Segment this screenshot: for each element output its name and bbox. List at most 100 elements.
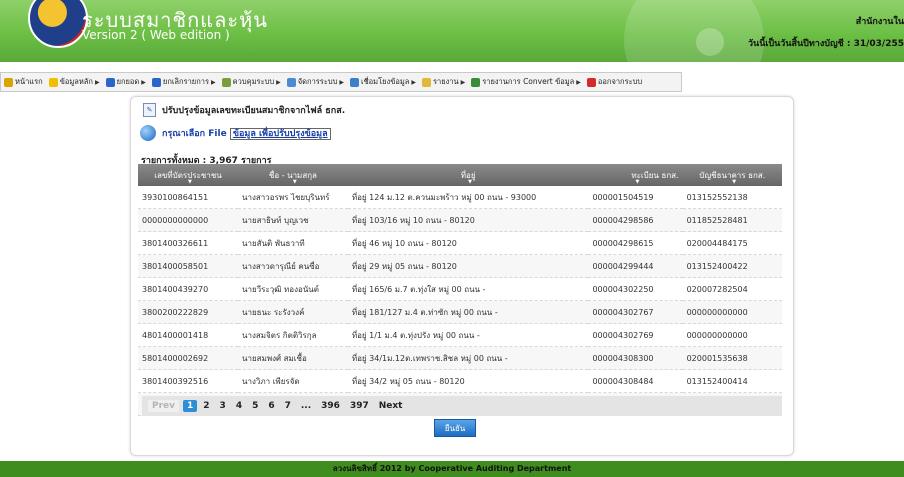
table-cell: ที่อยู่ 34/1ม.12ต.เทพราช.สิชล หมู่ 00 ถน… (347, 346, 589, 370)
table-cell: 3801400058501 (138, 254, 239, 278)
table-cell: นางวิภา เพียรจัด (238, 369, 348, 393)
table-header-row: เลขที่บัตรประชาชน ▼ ชื่อ - นามสกุล ▼ ที่อย… (138, 164, 782, 186)
main-menu: หน้าแรก ข้อมูลหลัก ▶ ยกยอด ▶ ยกเลิกรายการ ▶ ควบ… (0, 72, 682, 92)
org-name: สำนักงานใน (855, 17, 904, 27)
table-cell: 000001504519 (588, 186, 683, 209)
pagination: Prev 1 2 3 4 5 6 7... 396 397 Next (142, 396, 782, 416)
col-header-id-card[interactable]: เลขที่บัตรประชาชน ▼ (138, 164, 239, 186)
menu-item-6[interactable]: เชื่อมโยงข้อมูล ▶ (347, 76, 419, 88)
table-row[interactable]: 5801400002692 นายสมพงศ์ สมเชื้อ ที่อยู่ 34… (138, 346, 782, 370)
menu-item-0[interactable]: หน้าแรก (1, 76, 46, 88)
header-decoration (624, 0, 764, 62)
menu-item-label: ยกยอด (116, 77, 140, 86)
table-cell: ที่อยู่ 29 หมู่ 05 ถนน - 80120 (347, 254, 589, 278)
table-cell: ที่อยู่ 181/127 ม.4 ต.ท่าซัก หมู่ 00 ถนน… (347, 300, 589, 324)
table-cell: 000004302769 (588, 323, 683, 347)
table-cell: 3930100864151 (138, 186, 239, 209)
upload-row: กรุณาเลือก File ข้อมูล เพื่อปรับปรุงข้อม… (140, 125, 331, 141)
page-title: ✎ ปรับปรุงข้อมูลเลขทะเบียนสมาชิกจากไฟล์ … (143, 103, 345, 117)
table-cell: นางสาวดารุณีย์ คนซื่อ (238, 254, 348, 278)
table-cell: 000000000000 (682, 323, 782, 347)
table-row[interactable]: 4801400001418 นางสมจิตร กิตติวิรกุล ที่อยู… (138, 323, 782, 347)
table-cell: 000004308300 (588, 346, 683, 370)
menu-item-5[interactable]: จัดการระบบ ▶ (284, 76, 347, 88)
save-icon (105, 77, 115, 87)
confirm-button[interactable]: ยืนยัน (434, 419, 476, 437)
menu-item-9[interactable]: ออกจากระบบ (584, 76, 645, 88)
sort-icon: ▼ (188, 179, 192, 185)
menu-item-3[interactable]: ยกเลิกรายการ ▶ (149, 76, 219, 88)
table-row[interactable]: 3800200222829 นายธนะ ระรังวงค์ ที่อยู่ 181… (138, 300, 782, 324)
col-header-baac-account[interactable]: บัญชีธนาคาร ธกส. ▼ (682, 164, 782, 186)
home-icon (4, 77, 13, 87)
footer-copyright: ลวงนลิขสิทธิ์ 2012 by Cooperative Auditi… (332, 464, 572, 473)
table-row[interactable]: 3801400439270 นายวีระวุฒิ ทองอนันต์ ที่อยู… (138, 277, 782, 301)
exit-icon (586, 77, 596, 87)
table-cell: 011852528481 (682, 208, 782, 232)
table-cell: 013152400422 (682, 254, 782, 278)
col-header-name[interactable]: ชื่อ - นามสกุล ▼ (238, 164, 348, 186)
page-button[interactable]: 5 (248, 400, 262, 412)
menu-item-label: รายงาน (433, 77, 459, 86)
col-header-baac-reg[interactable]: ทะเบียน ธกส. ▼ (588, 164, 683, 186)
menu-item-4[interactable]: ควบคุมระบบ ▶ (219, 76, 284, 88)
page-button[interactable]: 4 (232, 400, 246, 412)
table-row[interactable]: 3930100864151 นางสาวอรพร ไชยบุรินทร์ ที่อย… (138, 186, 782, 209)
menu-item-7[interactable]: รายงาน ▶ (419, 76, 468, 88)
folder-icon (422, 77, 431, 87)
col-header-address[interactable]: ที่อยู่ ▼ (347, 164, 589, 186)
table-cell: 000004302767 (588, 300, 683, 324)
table-row[interactable]: 3801400326611 นายสันติ พันธวาที ที่อยู่ 46… (138, 231, 782, 255)
page-button[interactable]: 397 (346, 400, 373, 412)
fiscal-year-end: วันนี้เป็นวันสิ้นปีทางบัญชี : 31/03/255 (747, 39, 904, 49)
table-cell: นายวีระวุฒิ ทองอนันต์ (238, 277, 348, 301)
page-button[interactable]: 2 (199, 400, 213, 412)
table-row[interactable]: 0000000000000 นายสาธิษท์ บุญเวช ที่อยู่ 10… (138, 208, 782, 232)
app-version: Version 2 ( Web edition ) (82, 28, 230, 42)
table-cell: ที่อยู่ 34/2 หมู่ 05 ถนน - 80120 (347, 369, 589, 393)
table-cell: 020001535638 (682, 346, 782, 370)
logo-icon (28, 0, 88, 48)
page-button[interactable]: 7 (281, 400, 295, 412)
menu-item-label: ออกจากระบบ (597, 77, 643, 86)
upload-file-link[interactable]: กรุณาเลือก File ข้อมูล เพื่อปรับปรุงข้อม… (162, 126, 331, 140)
page-button[interactable]: 6 (264, 400, 278, 412)
table-body: 3930100864151 นางสาวอรพร ไชยบุรินทร์ ที่อย… (138, 186, 782, 416)
menu-item-label: จัดการระบบ (297, 77, 338, 86)
gear-icon (221, 77, 231, 87)
chevron-right-icon: ▶ (94, 78, 100, 86)
sort-icon: ▼ (468, 179, 472, 185)
table-row[interactable]: 3801400392516 นางวิภา เพียรจัด ที่อยู่ 34/… (138, 369, 782, 393)
menu-item-1[interactable]: ข้อมูลหลัก ▶ (46, 76, 103, 88)
header-decoration-dot (696, 28, 724, 56)
star-icon (48, 77, 58, 87)
prev-page-button[interactable]: Prev (148, 400, 180, 412)
menu-item-8[interactable]: รายงานการ Convert ข้อมูล ▶ (468, 76, 584, 88)
chevron-right-icon: ▶ (576, 78, 581, 86)
table-cell: ที่อยู่ 165/6 ม.7 ต.ทุ่งใส หมู่ 00 ถนน - (347, 277, 589, 301)
next-page-button[interactable]: Next (375, 400, 407, 412)
chevron-right-icon: ▶ (210, 78, 216, 86)
upload-prefix: กรุณาเลือก File (162, 129, 230, 139)
table-cell: 3801400439270 (138, 277, 239, 301)
page-button[interactable]: 3 (216, 400, 230, 412)
chevron-right-icon: ▶ (141, 78, 146, 86)
chevron-right-icon: ▶ (339, 78, 345, 86)
table-cell: ที่อยู่ 103/16 หมู่ 10 ถนน - 80120 (347, 208, 589, 232)
table-cell: 3801400392516 (138, 369, 239, 393)
table-cell: นายธนะ ระรังวงค์ (238, 300, 348, 324)
table-cell: นายสันติ พันธวาที (238, 231, 348, 255)
sort-icon: ▼ (635, 179, 640, 185)
footer: ลวงนลิขสิทธิ์ 2012 by Cooperative Auditi… (0, 461, 904, 477)
page-button[interactable]: 1 (183, 400, 198, 412)
table-row[interactable]: 3801400058501 นางสาวดารุณีย์ คนซื่อ ที่อยู… (138, 254, 782, 278)
menu-item-2[interactable]: ยกยอด ▶ (103, 76, 149, 88)
page-button[interactable]: ... (297, 400, 315, 412)
menu-item-label: ข้อมูลหลัก (59, 77, 93, 86)
page-title-text: ปรับปรุงข้อมูลเลขทะเบียนสมาชิกจากไฟล์ ธก… (162, 106, 346, 116)
upload-link-text[interactable]: ข้อมูล เพื่อปรับปรุงข้อมูล (229, 128, 331, 140)
table-cell: นายสมพงศ์ สมเชื้อ (238, 346, 348, 370)
table-cell: 013152552138 (682, 186, 782, 209)
table-cell: 013152400414 (682, 369, 782, 393)
page-button[interactable]: 396 (317, 400, 344, 412)
